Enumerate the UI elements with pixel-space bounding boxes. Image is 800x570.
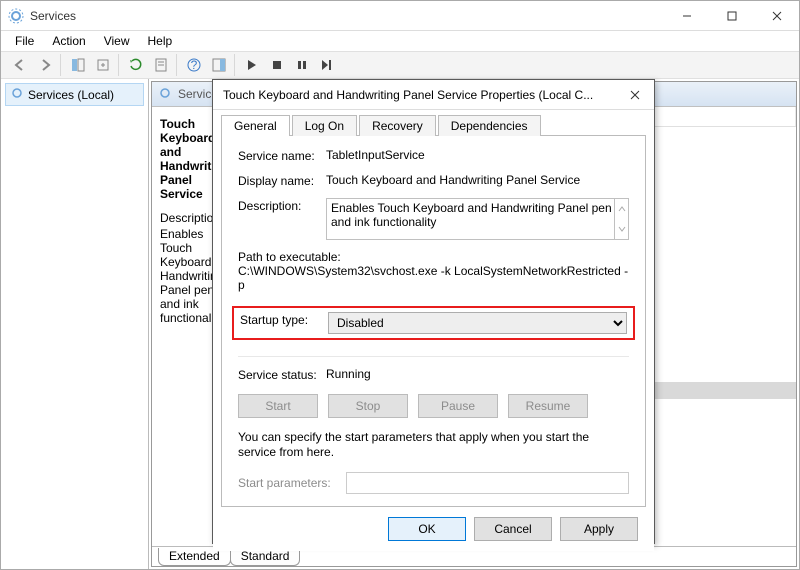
export-icon[interactable]	[92, 54, 114, 76]
action-pane-icon[interactable]	[208, 54, 230, 76]
maximize-button[interactable]	[709, 1, 754, 31]
nav-item-label: Services (Local)	[28, 88, 114, 102]
gear-icon	[158, 86, 172, 103]
path-label: Path to executable:	[238, 250, 629, 264]
cancel-button[interactable]: Cancel	[474, 517, 552, 541]
menu-bar: File Action View Help	[1, 31, 799, 51]
description-text: Enables Touch Keyboard and Handwriting P…	[331, 201, 612, 229]
forward-icon[interactable]	[34, 54, 56, 76]
scroll-down-icon[interactable]	[614, 219, 628, 239]
service-name-value: TabletInputService	[326, 148, 629, 162]
menu-view[interactable]: View	[96, 33, 138, 49]
scroll-up-icon[interactable]	[614, 199, 628, 219]
nav-tree: Services (Local)	[1, 79, 149, 569]
tab-recovery[interactable]: Recovery	[359, 115, 436, 136]
path-value: C:\WINDOWS\System32\svchost.exe -k Local…	[238, 264, 629, 292]
menu-file[interactable]: File	[7, 33, 42, 49]
display-name-label: Display name:	[238, 173, 326, 188]
dialog-tabs: General Log On Recovery Dependencies	[213, 110, 654, 135]
service-status-value: Running	[326, 367, 371, 382]
resume-button: Resume	[508, 394, 588, 418]
dialog-title: Touch Keyboard and Handwriting Panel Ser…	[223, 88, 616, 102]
description-box: Enables Touch Keyboard and Handwriting P…	[326, 198, 629, 240]
toolbar: ?	[1, 51, 799, 79]
startup-highlight: Startup type: Disabled	[232, 306, 635, 340]
menu-action[interactable]: Action	[44, 33, 93, 49]
service-status-label: Service status:	[238, 367, 326, 382]
close-button[interactable]	[754, 1, 799, 31]
start-params-input	[346, 472, 629, 494]
stop-button: Stop	[328, 394, 408, 418]
service-name-label: Service name:	[238, 148, 326, 163]
ok-button[interactable]: OK	[388, 517, 466, 541]
window-title: Services	[30, 9, 664, 23]
tab-page-general: Service name: TabletInputService Display…	[221, 135, 646, 507]
restart-icon[interactable]	[316, 54, 338, 76]
minimize-button[interactable]	[664, 1, 709, 31]
nav-item-services-local[interactable]: Services (Local)	[5, 83, 144, 106]
start-params-label: Start parameters:	[238, 476, 346, 490]
pause-button: Pause	[418, 394, 498, 418]
back-icon[interactable]	[9, 54, 31, 76]
refresh-icon[interactable]	[125, 54, 147, 76]
properties-dialog: Touch Keyboard and Handwriting Panel Ser…	[212, 79, 655, 544]
gear-icon	[10, 86, 24, 103]
start-params-note: You can specify the start parameters tha…	[238, 430, 629, 460]
startup-type-select[interactable]: Disabled	[328, 312, 627, 334]
dialog-footer: OK Cancel Apply	[213, 507, 654, 551]
pause-icon[interactable]	[291, 54, 313, 76]
tab-log-on[interactable]: Log On	[292, 115, 357, 136]
description-label: Description:	[238, 198, 326, 213]
start-button: Start	[238, 394, 318, 418]
tab-dependencies[interactable]: Dependencies	[438, 115, 541, 136]
dialog-titlebar[interactable]: Touch Keyboard and Handwriting Panel Ser…	[213, 80, 654, 110]
play-icon[interactable]	[241, 54, 263, 76]
svg-text:?: ?	[191, 58, 198, 72]
apply-button[interactable]: Apply	[560, 517, 638, 541]
services-window: Services File Action View Help ?	[0, 0, 800, 570]
title-bar: Services	[1, 1, 799, 31]
gear-icon	[8, 8, 24, 24]
stop-icon[interactable]	[266, 54, 288, 76]
help-icon[interactable]: ?	[183, 54, 205, 76]
startup-type-label: Startup type:	[240, 312, 328, 327]
close-icon[interactable]	[616, 80, 654, 110]
tab-general[interactable]: General	[221, 115, 290, 136]
properties-icon[interactable]	[150, 54, 172, 76]
menu-help[interactable]: Help	[140, 33, 181, 49]
display-name-value: Touch Keyboard and Handwriting Panel Ser…	[326, 173, 629, 187]
show-hide-tree-icon[interactable]	[67, 54, 89, 76]
